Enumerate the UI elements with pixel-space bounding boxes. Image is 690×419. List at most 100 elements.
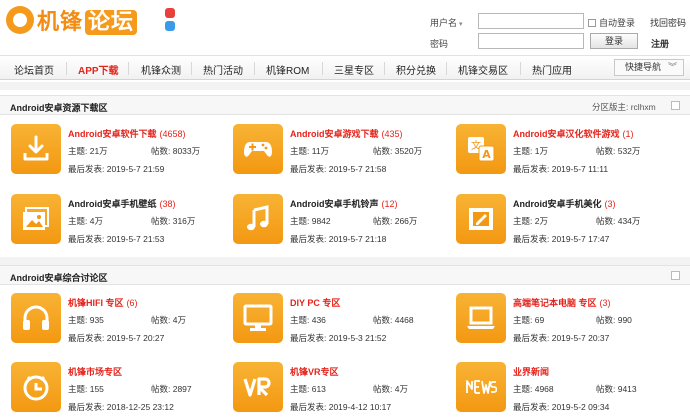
section-header-discussion: Android安卓综合讨论区 xyxy=(0,265,690,285)
nav-item-samsung[interactable]: 三星专区 xyxy=(334,62,374,77)
nav-item-crowdtest[interactable]: 机锋众测 xyxy=(141,62,181,77)
forum-topics: 主题: 21万 xyxy=(68,146,108,156)
forum-last-post[interactable]: 最后发表: 2019-5-2 09:34 xyxy=(513,401,609,413)
forum-card[interactable]: Android安卓手机壁纸 (38) 主题: 4万 帖数: 316万 最后发表: … xyxy=(11,194,233,260)
forum-posts: 帖数: 266万 xyxy=(373,216,418,226)
weibo-icon[interactable] xyxy=(165,8,175,18)
site-logo[interactable]: 机锋 论坛 xyxy=(6,4,138,36)
nav-item-trade[interactable]: 机锋交易区 xyxy=(458,62,508,77)
section-title[interactable]: Android安卓资源下载区 xyxy=(10,101,108,114)
forum-card[interactable]: 文A Android安卓汉化软件游戏 (1) 主题: 1万 帖数: 532万 最后… xyxy=(456,124,678,190)
forum-name[interactable]: 机锋VR专区 xyxy=(290,365,342,378)
login-button[interactable]: 登录 xyxy=(590,33,638,49)
section-title[interactable]: Android安卓综合讨论区 xyxy=(10,271,108,284)
news-icon[interactable] xyxy=(456,362,506,412)
forum-topics: 主题: 4万 xyxy=(68,216,103,226)
forum-name[interactable]: Android安卓手机铃声 (12) xyxy=(290,197,398,210)
forum-last-post[interactable]: 最后发表: 2019-5-7 21:58 xyxy=(290,163,386,175)
laptop-icon[interactable] xyxy=(456,293,506,343)
forum-last-post[interactable]: 最后发表: 2019-5-7 11:11 xyxy=(513,163,608,175)
collapse-toggle-icon[interactable] xyxy=(671,101,680,110)
forum-last-post[interactable]: 最后发表: 2018-12-25 23:12 xyxy=(68,401,174,413)
collapse-toggle-icon[interactable] xyxy=(671,271,680,280)
social-links xyxy=(165,8,175,34)
forum-posts: 帖数: 9413 xyxy=(596,384,637,394)
forum-last-post[interactable]: 最后发表: 2019-5-7 20:37 xyxy=(513,332,609,344)
forum-topics: 主题: 935 xyxy=(68,315,104,325)
monitor-icon[interactable] xyxy=(233,293,283,343)
nav-item-events[interactable]: 热门活动 xyxy=(203,62,243,77)
gfan-logo-icon xyxy=(6,6,34,34)
password-input[interactable] xyxy=(478,33,584,49)
forum-card[interactable]: 机锋VR专区 主题: 613 帖数: 4万 最后发表: 2019-4-12 10… xyxy=(233,362,455,419)
checkbox-icon[interactable] xyxy=(588,18,596,27)
vr-icon[interactable] xyxy=(233,362,283,412)
nav-item-hot-apps[interactable]: 热门应用 xyxy=(532,62,572,77)
autologin-label: 自动登录 xyxy=(599,18,636,28)
forum-name[interactable]: Android安卓汉化软件游戏 (1) xyxy=(513,127,634,140)
forum-card[interactable]: DIY PC 专区 主题: 436 帖数: 4468 最后发表: 2019-5-… xyxy=(233,293,455,359)
forum-last-post[interactable]: 最后发表: 2019-5-3 21:52 xyxy=(290,332,386,344)
forum-card[interactable]: Android安卓手机铃声 (12) 主题: 9842 帖数: 266万 最后发表… xyxy=(233,194,455,260)
nav-item-points[interactable]: 积分兑换 xyxy=(396,62,436,77)
section-moderators: 分区版主: rclhxm xyxy=(592,102,656,112)
forum-last-post[interactable]: 最后发表: 2019-5-7 17:47 xyxy=(513,233,609,245)
register-link[interactable]: 注册 xyxy=(651,37,669,50)
svg-text:A: A xyxy=(482,148,491,161)
password-label: 密码 xyxy=(430,39,449,49)
forum-name[interactable]: 业界新闻 xyxy=(513,365,552,378)
forum-card[interactable]: 高端笔记本电脑 专区 (3) 主题: 69 帖数: 990 最后发表: 2019-… xyxy=(456,293,678,359)
gamepad-icon[interactable] xyxy=(233,124,283,174)
forum-last-post[interactable]: 最后发表: 2019-5-7 21:59 xyxy=(68,163,164,175)
qq-icon[interactable] xyxy=(165,21,175,31)
forum-card[interactable]: Android安卓手机美化 (3) 主题: 2万 帖数: 434万 最后发表: 2… xyxy=(456,194,678,260)
forum-card[interactable]: Android安卓软件下载 (4658) 主题: 21万 帖数: 8033万 最后… xyxy=(11,124,233,190)
forum-topics: 主题: 436 xyxy=(290,315,326,325)
site-header: 机锋论坛 用户名 密码 自动登录 找回密码 登录 注册 xyxy=(0,0,690,52)
quick-nav-label: 快捷导航 xyxy=(625,62,662,72)
forum-card[interactable]: 机锋HIFI 专区 (6) 主题: 935 帖数: 4万 最后发表: 2019-5… xyxy=(11,293,233,359)
translate-icon[interactable]: 文A xyxy=(456,124,506,174)
forum-name[interactable]: Android安卓手机壁纸 (38) xyxy=(68,197,176,210)
forgot-password-link[interactable]: 找回密码 xyxy=(650,16,686,29)
forum-topics: 主题: 155 xyxy=(68,384,104,394)
market-logo-icon[interactable] xyxy=(11,362,61,412)
headphones-icon[interactable] xyxy=(11,293,61,343)
forum-topics: 主题: 69 xyxy=(513,315,545,325)
forum-last-post[interactable]: 最后发表: 2019-5-7 21:18 xyxy=(290,233,386,245)
download-icon[interactable] xyxy=(11,124,61,174)
login-form: 用户名 密码 自动登录 找回密码 登录 注册 xyxy=(430,12,690,52)
forum-posts: 帖数: 532万 xyxy=(596,146,641,156)
forum-last-post[interactable]: 最后发表: 2019-5-7 21:53 xyxy=(68,233,164,245)
forum-card[interactable]: Android安卓游戏下载 (435) 主题: 11万 帖数: 3520万 最后发… xyxy=(233,124,455,190)
wallpaper-icon[interactable] xyxy=(11,194,61,244)
username-input[interactable] xyxy=(478,13,584,29)
forum-name[interactable]: 高端笔记本电脑 专区 (3) xyxy=(513,296,611,309)
forum-posts: 帖数: 4468 xyxy=(373,315,414,325)
forum-name[interactable]: Android安卓软件下载 (4658) xyxy=(68,127,186,140)
music-note-icon[interactable] xyxy=(233,194,283,244)
forum-name[interactable]: Android安卓游戏下载 (435) xyxy=(290,127,403,140)
forum-name[interactable]: DIY PC 专区 xyxy=(290,296,343,309)
forum-posts: 帖数: 316万 xyxy=(151,216,196,226)
forum-card[interactable]: 业界新闻 主题: 4968 帖数: 9413 最后发表: 2019-5-2 09… xyxy=(456,362,678,419)
forum-name[interactable]: 机锋HIFI 专区 (6) xyxy=(68,296,138,309)
picture-frame-icon[interactable] xyxy=(456,194,506,244)
forum-posts: 帖数: 2897 xyxy=(151,384,192,394)
forum-name[interactable]: 机锋市场专区 xyxy=(68,365,125,378)
double-chevron-down-icon: ︾ xyxy=(667,62,677,72)
nav-item-home[interactable]: 论坛首页 xyxy=(14,62,54,77)
forum-topics: 主题: 4968 xyxy=(513,384,554,394)
logo-alt-text: 论坛 xyxy=(85,10,138,35)
forum-name[interactable]: Android安卓手机美化 (3) xyxy=(513,197,616,210)
forum-posts: 帖数: 8033万 xyxy=(151,146,201,156)
autologin-checkbox[interactable]: 自动登录 xyxy=(588,16,635,29)
forum-topics: 主题: 9842 xyxy=(290,216,331,226)
nav-item-rom[interactable]: 机锋ROM xyxy=(266,62,309,77)
forum-card[interactable]: 机锋市场专区 主题: 155 帖数: 2897 最后发表: 2018-12-25… xyxy=(11,362,233,419)
nav-item-app-download[interactable]: APP下载 xyxy=(78,62,119,77)
forum-last-post[interactable]: 最后发表: 2019-5-7 20:27 xyxy=(68,332,164,344)
forum-last-post[interactable]: 最后发表: 2019-4-12 10:17 xyxy=(290,401,391,413)
quick-nav-dropdown[interactable]: 快捷导航 ︾ xyxy=(614,59,684,76)
username-label[interactable]: 用户名 xyxy=(430,16,462,29)
